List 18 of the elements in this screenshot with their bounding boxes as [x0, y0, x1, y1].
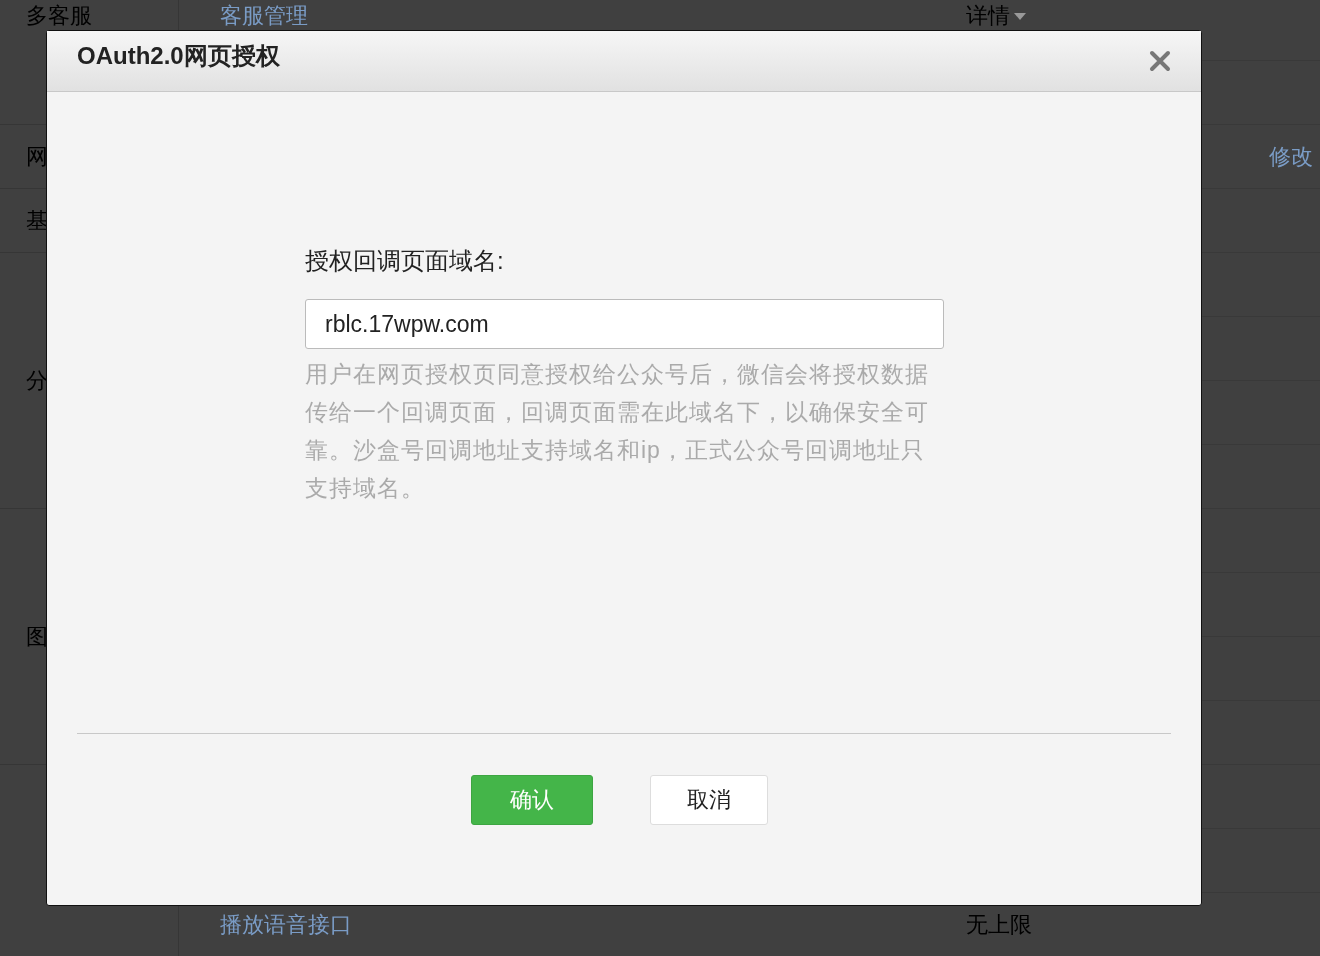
feature-link[interactable]: 播放语音接口	[220, 909, 352, 940]
dialog-title: OAuth2.0网页授权	[77, 41, 280, 71]
close-icon[interactable]	[1149, 50, 1171, 72]
field-label: 授权回调页面域名:	[305, 246, 505, 276]
cancel-button[interactable]: 取消	[649, 775, 768, 825]
edit-link[interactable]: 修改	[1269, 141, 1313, 172]
section-label: 基	[26, 206, 48, 235]
domain-input-field[interactable]: rblc.17wpw.com	[305, 299, 944, 349]
feature-link[interactable]: 客服管理	[220, 1, 308, 31]
section-label: 分	[26, 366, 48, 395]
help-text: 用户在网页授权页同意授权给公众号后，微信会将授权数据传给一个回调页面，回调页面需在此域名下，以确保安全可靠。沙盒号回调地址支持域名和ip，正式公众号回调地址只支持域名。	[305, 360, 930, 503]
limit-text: 无上限	[966, 910, 1032, 939]
caret-icon	[1014, 12, 1026, 20]
confirm-button[interactable]: 确认	[470, 775, 593, 825]
section-label: 网	[26, 142, 48, 171]
section-label: 多客服	[26, 2, 92, 30]
section-label: 图	[26, 622, 48, 651]
detail-dropdown[interactable]: 详情	[966, 1, 1026, 31]
